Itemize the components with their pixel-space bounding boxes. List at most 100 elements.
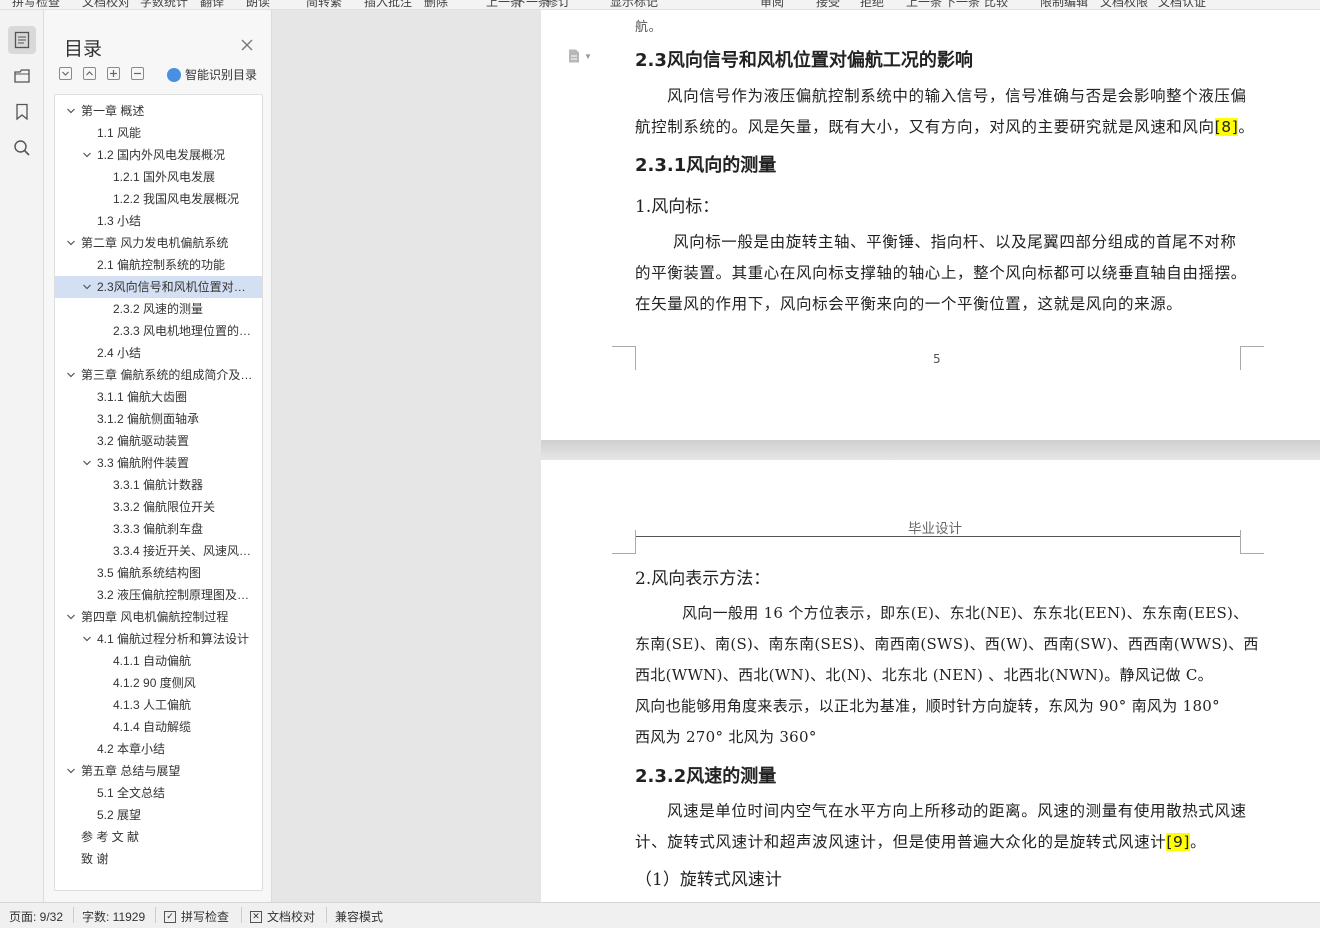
toolbar-item[interactable]: 显示标记 [610,0,658,9]
toc-item[interactable]: 1.1 风能 [55,122,262,144]
toc-item[interactable]: 4.1 偏航过程分析和算法设计 [55,628,262,650]
toolbar-item[interactable]: 上一条 [906,0,942,9]
toc-item[interactable]: 1.2.1 国外风电发展 [55,166,262,188]
toolbar-item[interactable]: 拼写检查 [12,0,60,9]
chevron-down-icon[interactable] [81,144,93,166]
chevron-down-icon[interactable] [81,628,93,650]
toc-item[interactable]: 3.3 偏航附件装置 [55,452,262,474]
compat-mode-label: 兼容模式 [335,910,384,924]
chevron-down-icon[interactable] [65,606,77,628]
word-count[interactable]: 字数: 11929 [82,908,145,925]
toc-item[interactable]: 4.1.2 90 度侧风 [55,672,262,694]
chevron-down-icon[interactable] [81,276,93,298]
toc-item[interactable]: 2.3.3 风电机地理位置的影响 [55,320,262,342]
toc-item[interactable]: 3.3.4 接近开关、风速风向仪 [55,540,262,562]
smart-toc-button[interactable]: 智能识别目录 [167,66,257,83]
toc-item-label: 1.2.2 我国风电发展概况 [113,192,240,206]
margin-mark [1240,346,1264,370]
toc-item[interactable]: 第五章 总结与展望 [55,760,262,782]
toolbar-item[interactable]: 文档认证 [1158,0,1206,9]
toc-item[interactable]: 2.3风向信号和风机位置对偏航工况的影响 [55,276,262,298]
chevron-down-icon[interactable] [65,364,77,386]
toc-item[interactable]: 第三章 偏航系统的组成简介及工作原理 [55,364,262,386]
toc-item[interactable]: 2.4 小结 [55,342,262,364]
toc-item[interactable]: 5.2 展望 [55,804,262,826]
toolbar-item[interactable]: 修订 [546,0,570,9]
toc-item[interactable]: 4.2 本章小结 [55,738,262,760]
toc-item[interactable]: 致 谢 [55,848,262,870]
document-page: 航。 ▼ 2.3风向信号和风机位置对偏航工况的影响 风向信号作为液压偏航控制系统… [541,10,1320,440]
toc-item-label: 4.2 本章小结 [97,742,166,756]
toc-item[interactable]: 1.2 国内外风电发展概况 [55,144,262,166]
toc-item[interactable]: 3.3.3 偏航刹车盘 [55,518,262,540]
toc-item[interactable]: 4.1.3 人工偏航 [55,694,262,716]
bookmark-icon[interactable] [8,98,36,126]
toolbar-item[interactable]: 朗读 [246,0,270,9]
toc-item[interactable]: 第四章 风电机偏航控制过程 [55,606,262,628]
body-text: 风向标一般是由旋转主轴、平衡锤、指向杆、以及尾翼四部分组成的首尾不对称 [673,233,1237,251]
toolbar-item[interactable]: 简转繁 [306,0,342,9]
toolbar-item[interactable]: 翻译 [200,0,224,9]
list-item-heading: 2.风向表示方法： [635,569,771,589]
margin-mark [1240,530,1264,554]
toolbar-item[interactable]: 比较 [984,0,1008,9]
toc-item[interactable]: 3.2 液压偏航控制原理图及说明 [55,584,262,606]
body-text: 风向一般用 16 个方位表示，即东(E)、东北(NE)、东东北(EEN)、东东南… [682,604,1249,622]
check-icon: ✓ [164,910,176,923]
toc-item[interactable]: 第一章 概述 [55,100,262,122]
toolbar-item[interactable]: 下一条 [514,0,550,9]
toc-item-label: 3.1.1 偏航大齿圈 [97,390,188,404]
toolbar-item[interactable]: 审阅 [760,0,784,9]
collapse-all-icon[interactable] [59,67,72,80]
toc-item-label: 3.2 偏航驱动装置 [97,434,190,448]
toolbar-item[interactable]: 接受 [816,0,840,9]
navigation-panel: 目录 智能识别目录 第一章 概述 1.1 风能 1.2 国内外风电发展概况 1.2.1… [44,10,272,902]
toc-item-label: 4.1.1 自动偏航 [113,654,192,668]
toc-item[interactable]: 1.2.2 我国风电发展概况 [55,188,262,210]
outline-icon[interactable] [8,62,36,90]
plus-icon[interactable] [107,67,120,80]
toc-item[interactable]: 3.1.1 偏航大齿圈 [55,386,262,408]
toc-item[interactable]: 3.3.1 偏航计数器 [55,474,262,496]
toc-item-label: 1.1 风能 [97,126,142,140]
toc-item[interactable]: 5.1 全文总结 [55,782,262,804]
toolbar-item[interactable]: 字数统计 [140,0,188,9]
proofread-button[interactable]: ✕ 文档校对 [250,908,315,925]
toc-item[interactable]: 第二章 风力发电机偏航系统 [55,232,262,254]
citation[interactable]: [8] [1214,118,1239,136]
toc-item[interactable]: 3.1.2 偏航侧面轴承 [55,408,262,430]
toolbar-item[interactable]: 文档校对 [82,0,130,9]
toc-item[interactable]: 1.3 小结 [55,210,262,232]
toolbar-item[interactable]: 下一条 [944,0,980,9]
search-icon[interactable] [8,134,36,162]
toc-icon[interactable] [8,26,36,54]
chevron-down-icon[interactable] [81,452,93,474]
citation[interactable]: [9] [1166,833,1191,851]
toolbar-item[interactable]: 插入批注 [364,0,412,9]
toolbar-item[interactable]: 拒绝 [860,0,884,9]
chevron-down-icon[interactable] [65,100,77,122]
toc-item[interactable]: 2.1 偏航控制系统的功能 [55,254,262,276]
chevron-down-icon[interactable] [65,760,77,782]
chevron-down-icon[interactable] [65,232,77,254]
toc-item[interactable]: 4.1.4 自动解缆 [55,716,262,738]
toc-item[interactable]: 3.3.2 偏航限位开关 [55,496,262,518]
toc-item-label: 4.1.2 90 度侧风 [113,676,196,690]
toc-item[interactable]: 2.3.2 风速的测量 [55,298,262,320]
toc-item[interactable]: 参 考 文 献 [55,826,262,848]
page-count[interactable]: 页面: 9/32 [9,908,63,925]
close-icon[interactable] [240,38,254,52]
toolbar-item[interactable]: 文档权限 [1100,0,1148,9]
toc-item-label: 第二章 风力发电机偏航系统 [81,236,229,250]
expand-up-icon[interactable] [83,67,96,80]
toc-item[interactable]: 3.5 偏航系统结构图 [55,562,262,584]
minus-icon[interactable] [131,67,144,80]
toc-item-label: 4.1.3 人工偏航 [113,698,192,712]
toc-item[interactable]: 4.1.1 自动偏航 [55,650,262,672]
spell-check-button[interactable]: ✓ 拼写检查 [164,908,229,925]
toolbar-item[interactable]: 限制编辑 [1040,0,1088,9]
toc-item[interactable]: 3.2 偏航驱动装置 [55,430,262,452]
toolbar-item[interactable]: 删除 [424,0,448,9]
page-menu-icon[interactable]: ▼ [567,48,592,64]
body-text: 在矢量风的作用下，风向标会平衡来向的一个平衡位置，这就是风向的来源。 [635,295,1183,313]
